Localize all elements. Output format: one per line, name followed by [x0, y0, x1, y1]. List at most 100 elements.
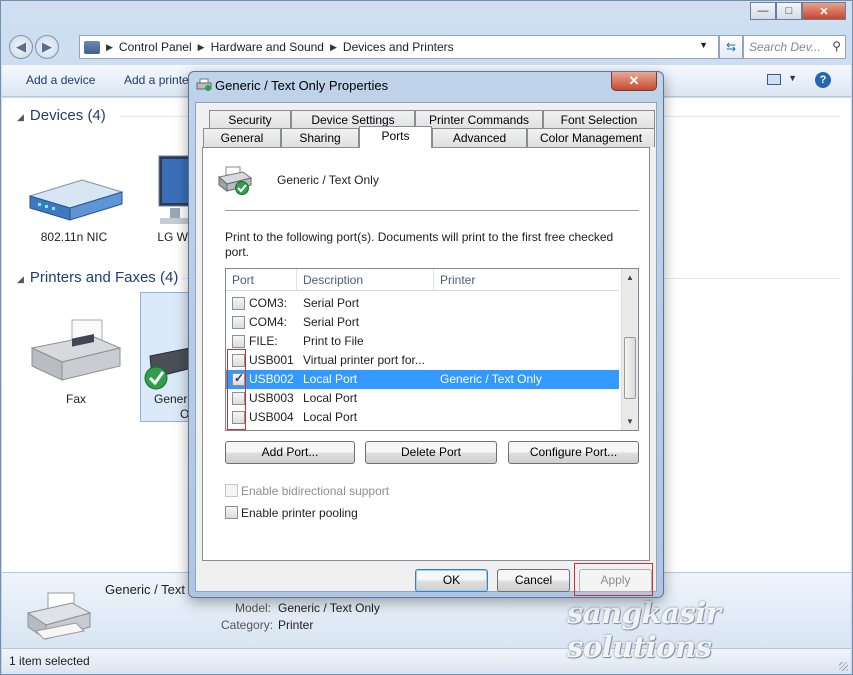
port-description: Virtual printer port for...: [303, 353, 425, 367]
tab-general[interactable]: General: [203, 128, 281, 147]
tab-printer-commands[interactable]: Printer Commands: [415, 110, 543, 129]
devices-group-title: Devices (4): [29, 107, 106, 124]
port-checkbox[interactable]: [232, 316, 245, 329]
devices-group-header[interactable]: ◢ Devices (4): [17, 107, 106, 124]
column-divider[interactable]: [433, 269, 434, 291]
close-icon[interactable]: ✕: [611, 72, 657, 91]
bidirectional-support-checkbox[interactable]: Enable bidirectional support: [225, 484, 389, 498]
collapse-triangle-icon[interactable]: ◢: [17, 274, 24, 284]
column-header-description[interactable]: Description: [303, 273, 363, 287]
separator-line: [225, 210, 639, 211]
fax-icon[interactable]: [28, 318, 124, 388]
tab-advanced[interactable]: Advanced: [432, 128, 527, 147]
details-device-name: Generic / Text: [105, 582, 185, 597]
delete-port-button[interactable]: Delete Port: [365, 441, 497, 464]
printer-label-generic: Gener: [154, 392, 188, 406]
breadcrumb-separator-icon: ▶: [197, 41, 205, 52]
scroll-up-icon[interactable]: ▲: [622, 269, 638, 286]
port-printer: Generic / Text Only: [440, 372, 542, 386]
help-icon[interactable]: ?: [815, 72, 831, 88]
port-description: Print to File: [303, 334, 364, 348]
port-row[interactable]: FILE: Print to File: [226, 332, 619, 351]
ports-list[interactable]: Port Description Printer COM3: Serial Po…: [225, 268, 639, 431]
device-label-nic[interactable]: 802.11n NIC: [24, 230, 124, 244]
window-close-button[interactable]: ✕: [802, 2, 846, 20]
address-dropdown-icon[interactable]: ▼: [699, 40, 708, 50]
port-description: Local Port: [303, 410, 358, 424]
details-printer-icon: [26, 592, 92, 640]
port-checkbox[interactable]: [232, 297, 245, 310]
tab-color-management[interactable]: Color Management: [527, 128, 655, 147]
back-arrow-icon[interactable]: ◀: [9, 35, 33, 59]
breadcrumb-separator-icon: ▶: [106, 41, 113, 52]
tab-sharing[interactable]: Sharing: [281, 128, 359, 147]
port-row[interactable]: COM4: Serial Port: [226, 313, 619, 332]
port-name: USB001: [249, 353, 294, 367]
ports-list-scrollbar[interactable]: ▲ ▼: [621, 269, 638, 430]
breadcrumb-control-panel[interactable]: Control Panel: [119, 40, 192, 54]
view-options-icon[interactable]: [767, 74, 781, 85]
scroll-down-icon[interactable]: ▼: [622, 413, 638, 430]
scroll-thumb[interactable]: [624, 337, 636, 399]
port-row-selected[interactable]: USB002 Local Port Generic / Text Only: [226, 370, 619, 389]
ok-button[interactable]: OK: [415, 569, 488, 592]
printer-name: Generic / Text Only: [277, 173, 379, 187]
checkbox-box[interactable]: [225, 484, 238, 497]
column-header-printer[interactable]: Printer: [440, 273, 475, 287]
breadcrumb-devices-and-printers[interactable]: Devices and Printers: [343, 40, 454, 54]
search-input[interactable]: Search Dev... ⚲: [743, 35, 846, 59]
printer-label-fax[interactable]: Fax: [26, 392, 126, 406]
printers-group-title: Printers and Faxes (4): [29, 269, 179, 286]
address-bar[interactable]: ▶ Control Panel ▶ Hardware and Sound ▶ D…: [79, 35, 719, 59]
forward-arrow-icon[interactable]: ▶: [35, 35, 59, 59]
printer-title-icon: [196, 78, 212, 91]
control-panel-icon: [84, 40, 100, 54]
column-header-port[interactable]: Port: [232, 273, 254, 287]
monitor-icon[interactable]: [156, 154, 192, 228]
details-category-value: Printer: [278, 618, 314, 632]
port-name: USB002: [249, 372, 294, 386]
ports-instructions: Print to the following port(s). Document…: [225, 230, 614, 259]
add-printer-button[interactable]: Add a printe: [124, 73, 189, 87]
breadcrumb-hardware-and-sound[interactable]: Hardware and Sound: [211, 40, 324, 54]
port-name: USB003: [249, 391, 294, 405]
window-controls: — □ ✕: [750, 2, 846, 20]
maximize-button[interactable]: □: [776, 2, 802, 20]
collapse-triangle-icon[interactable]: ◢: [17, 112, 24, 122]
add-port-button[interactable]: Add Port...: [225, 441, 355, 464]
configure-port-button[interactable]: Configure Port...: [508, 441, 639, 464]
printers-group-header[interactable]: ◢ Printers and Faxes (4): [17, 269, 178, 286]
printer-status-icon: [217, 166, 253, 195]
chevron-down-icon[interactable]: ▼: [788, 73, 797, 83]
minimize-button[interactable]: —: [750, 2, 776, 20]
port-row[interactable]: USB003 Local Port: [226, 389, 619, 408]
port-checkbox[interactable]: [232, 335, 245, 348]
add-device-button[interactable]: Add a device: [26, 73, 95, 87]
highlight-box-checkboxes: [227, 349, 246, 430]
printer-pooling-checkbox[interactable]: Enable printer pooling: [225, 506, 358, 520]
port-row[interactable]: USB001 Virtual printer port for...: [226, 351, 619, 370]
search-icon[interactable]: ⚲: [832, 39, 841, 53]
dialog-title: Generic / Text Only Properties: [215, 78, 389, 93]
column-divider[interactable]: [296, 269, 297, 291]
checkbox-box[interactable]: [225, 506, 238, 519]
tab-ports[interactable]: Ports: [359, 126, 432, 148]
tab-font-selection[interactable]: Font Selection: [543, 110, 655, 129]
details-category-label: Category:: [221, 618, 274, 632]
tab-security[interactable]: Security: [209, 110, 291, 129]
pooling-label: Enable printer pooling: [241, 506, 358, 520]
highlight-box-apply: [574, 563, 653, 596]
watermark: sangkasir solutions: [567, 596, 721, 664]
port-name: FILE:: [249, 334, 278, 348]
bidirectional-label: Enable bidirectional support: [241, 484, 390, 498]
port-row[interactable]: COM3: Serial Port: [226, 294, 619, 313]
device-label-monitor[interactable]: LG W: [122, 230, 188, 244]
cancel-button[interactable]: Cancel: [497, 569, 570, 592]
port-name: COM3:: [249, 296, 288, 310]
network-adapter-icon[interactable]: [26, 174, 126, 224]
refresh-icon[interactable]: ⇆: [719, 35, 743, 59]
details-model-label: Model:: [235, 601, 272, 615]
port-row[interactable]: USB004 Local Port: [226, 408, 619, 427]
port-name: COM4:: [249, 315, 288, 329]
dialog-body: Security Device Settings Printer Command…: [195, 102, 657, 596]
